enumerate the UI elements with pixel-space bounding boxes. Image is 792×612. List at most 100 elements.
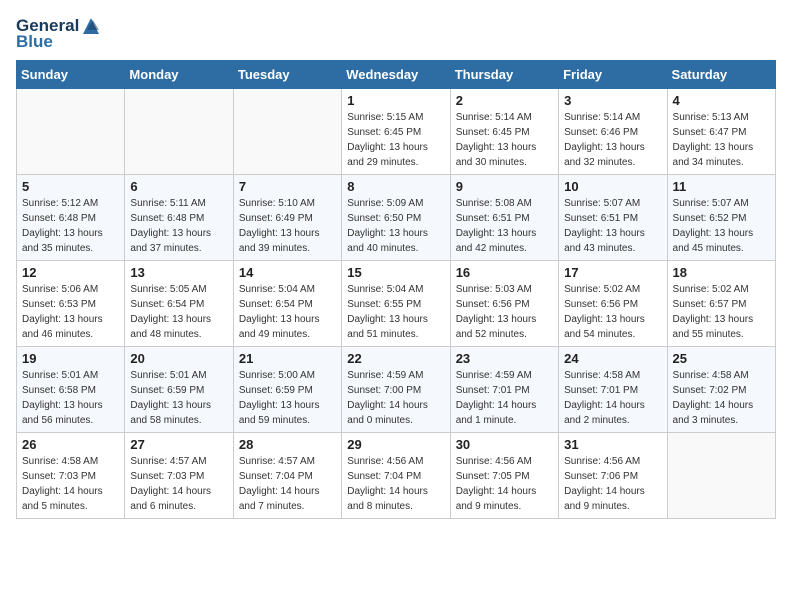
day-number: 7: [239, 179, 336, 194]
weekday-header: Wednesday: [342, 61, 450, 89]
logo: General Blue: [16, 16, 99, 52]
day-info: Sunrise: 4:58 AMSunset: 7:01 PMDaylight:…: [564, 368, 661, 428]
day-number: 16: [456, 265, 553, 280]
day-number: 20: [130, 351, 227, 366]
day-info: Sunrise: 4:59 AMSunset: 7:00 PMDaylight:…: [347, 368, 444, 428]
calendar-cell: 7 Sunrise: 5:10 AMSunset: 6:49 PMDaylight…: [233, 175, 341, 261]
calendar-cell: 9 Sunrise: 5:08 AMSunset: 6:51 PMDaylight…: [450, 175, 558, 261]
day-number: 9: [456, 179, 553, 194]
page-header: General Blue: [16, 16, 776, 52]
day-info: Sunrise: 5:14 AMSunset: 6:46 PMDaylight:…: [564, 110, 661, 170]
calendar-cell: 17 Sunrise: 5:02 AMSunset: 6:56 PMDayligh…: [559, 261, 667, 347]
logo-triangle-icon: [81, 16, 99, 36]
day-number: 8: [347, 179, 444, 194]
calendar-week-row: 5Sunrise: 5:12 AMSunset: 6:48 PMDaylight…: [17, 175, 776, 261]
day-info: Sunrise: 4:56 AMSunset: 7:06 PMDaylight:…: [564, 454, 661, 514]
calendar-cell: 2Sunrise: 5:14 AMSunset: 6:45 PMDaylight…: [450, 89, 558, 175]
calendar-cell: 24 Sunrise: 4:58 AMSunset: 7:01 PMDayligh…: [559, 347, 667, 433]
day-number: 28: [239, 437, 336, 452]
day-number: 4: [673, 93, 770, 108]
calendar-cell: [125, 89, 233, 175]
day-number: 1: [347, 93, 444, 108]
day-info: Sunrise: 5:05 AMSunset: 6:54 PMDaylight:…: [130, 282, 227, 342]
weekday-header: Monday: [125, 61, 233, 89]
day-number: 21: [239, 351, 336, 366]
day-number: 11: [673, 179, 770, 194]
day-number: 25: [673, 351, 770, 366]
calendar-cell: [233, 89, 341, 175]
day-number: 26: [22, 437, 119, 452]
calendar-week-row: 26 Sunrise: 4:58 AMSunset: 7:03 PMDayligh…: [17, 433, 776, 519]
day-number: 19: [22, 351, 119, 366]
calendar-cell: 13 Sunrise: 5:05 AMSunset: 6:54 PMDayligh…: [125, 261, 233, 347]
day-number: 6: [130, 179, 227, 194]
calendar-cell: 3 Sunrise: 5:14 AMSunset: 6:46 PMDaylight…: [559, 89, 667, 175]
day-number: 29: [347, 437, 444, 452]
day-info: Sunrise: 4:58 AMSunset: 7:02 PMDaylight:…: [673, 368, 770, 428]
day-info: Sunrise: 5:00 AMSunset: 6:59 PMDaylight:…: [239, 368, 336, 428]
day-number: 23: [456, 351, 553, 366]
day-info: Sunrise: 5:04 AMSunset: 6:54 PMDaylight:…: [239, 282, 336, 342]
calendar-cell: 18 Sunrise: 5:02 AMSunset: 6:57 PMDayligh…: [667, 261, 775, 347]
day-info: Sunrise: 4:57 AMSunset: 7:04 PMDaylight:…: [239, 454, 336, 514]
day-info: Sunrise: 5:01 AMSunset: 6:58 PMDaylight:…: [22, 368, 119, 428]
day-number: 22: [347, 351, 444, 366]
day-number: 18: [673, 265, 770, 280]
day-info: Sunrise: 5:10 AMSunset: 6:49 PMDaylight:…: [239, 196, 336, 256]
day-info: Sunrise: 5:09 AMSunset: 6:50 PMDaylight:…: [347, 196, 444, 256]
calendar-cell: 4 Sunrise: 5:13 AMSunset: 6:47 PMDaylight…: [667, 89, 775, 175]
calendar-cell: 28 Sunrise: 4:57 AMSunset: 7:04 PMDayligh…: [233, 433, 341, 519]
day-number: 31: [564, 437, 661, 452]
day-number: 2: [456, 93, 553, 108]
calendar-cell: 29 Sunrise: 4:56 AMSunset: 7:04 PMDayligh…: [342, 433, 450, 519]
calendar-header-row: SundayMondayTuesdayWednesdayThursdayFrid…: [17, 61, 776, 89]
day-number: 24: [564, 351, 661, 366]
day-info: Sunrise: 5:15 AMSunset: 6:45 PMDaylight:…: [347, 110, 444, 170]
day-info: Sunrise: 5:13 AMSunset: 6:47 PMDaylight:…: [673, 110, 770, 170]
calendar-cell: 26 Sunrise: 4:58 AMSunset: 7:03 PMDayligh…: [17, 433, 125, 519]
calendar-cell: 12 Sunrise: 5:06 AMSunset: 6:53 PMDayligh…: [17, 261, 125, 347]
calendar-week-row: 1 Sunrise: 5:15 AMSunset: 6:45 PMDaylight…: [17, 89, 776, 175]
day-info: Sunrise: 5:02 AMSunset: 6:56 PMDaylight:…: [564, 282, 661, 342]
day-info: Sunrise: 4:56 AMSunset: 7:04 PMDaylight:…: [347, 454, 444, 514]
day-info: Sunrise: 5:03 AMSunset: 6:56 PMDaylight:…: [456, 282, 553, 342]
calendar-cell: 21 Sunrise: 5:00 AMSunset: 6:59 PMDayligh…: [233, 347, 341, 433]
day-number: 12: [22, 265, 119, 280]
calendar-cell: 5Sunrise: 5:12 AMSunset: 6:48 PMDaylight…: [17, 175, 125, 261]
day-info: Sunrise: 5:06 AMSunset: 6:53 PMDaylight:…: [22, 282, 119, 342]
day-number: 3: [564, 93, 661, 108]
weekday-header: Thursday: [450, 61, 558, 89]
calendar-cell: 25 Sunrise: 4:58 AMSunset: 7:02 PMDayligh…: [667, 347, 775, 433]
day-number: 14: [239, 265, 336, 280]
day-info: Sunrise: 4:57 AMSunset: 7:03 PMDaylight:…: [130, 454, 227, 514]
day-info: Sunrise: 5:08 AMSunset: 6:51 PMDaylight:…: [456, 196, 553, 256]
calendar-cell: 14 Sunrise: 5:04 AMSunset: 6:54 PMDayligh…: [233, 261, 341, 347]
day-info: Sunrise: 4:59 AMSunset: 7:01 PMDaylight:…: [456, 368, 553, 428]
calendar-cell: 11 Sunrise: 5:07 AMSunset: 6:52 PMDayligh…: [667, 175, 775, 261]
day-number: 17: [564, 265, 661, 280]
weekday-header: Sunday: [17, 61, 125, 89]
calendar-cell: 15Sunrise: 5:04 AMSunset: 6:55 PMDayligh…: [342, 261, 450, 347]
day-info: Sunrise: 4:58 AMSunset: 7:03 PMDaylight:…: [22, 454, 119, 514]
weekday-header: Saturday: [667, 61, 775, 89]
day-number: 27: [130, 437, 227, 452]
calendar-cell: [17, 89, 125, 175]
calendar-cell: 1 Sunrise: 5:15 AMSunset: 6:45 PMDaylight…: [342, 89, 450, 175]
calendar-cell: 31 Sunrise: 4:56 AMSunset: 7:06 PMDayligh…: [559, 433, 667, 519]
day-info: Sunrise: 5:07 AMSunset: 6:52 PMDaylight:…: [673, 196, 770, 256]
calendar-cell: 27 Sunrise: 4:57 AMSunset: 7:03 PMDayligh…: [125, 433, 233, 519]
calendar-cell: 30 Sunrise: 4:56 AMSunset: 7:05 PMDayligh…: [450, 433, 558, 519]
day-info: Sunrise: 5:01 AMSunset: 6:59 PMDaylight:…: [130, 368, 227, 428]
day-number: 15: [347, 265, 444, 280]
day-number: 13: [130, 265, 227, 280]
calendar-cell: 20 Sunrise: 5:01 AMSunset: 6:59 PMDayligh…: [125, 347, 233, 433]
day-number: 30: [456, 437, 553, 452]
day-info: Sunrise: 5:02 AMSunset: 6:57 PMDaylight:…: [673, 282, 770, 342]
calendar-cell: 19 Sunrise: 5:01 AMSunset: 6:58 PMDayligh…: [17, 347, 125, 433]
day-info: Sunrise: 5:12 AMSunset: 6:48 PMDaylight:…: [22, 196, 119, 256]
day-info: Sunrise: 4:56 AMSunset: 7:05 PMDaylight:…: [456, 454, 553, 514]
calendar-cell: 10Sunrise: 5:07 AMSunset: 6:51 PMDayligh…: [559, 175, 667, 261]
calendar-cell: 23 Sunrise: 4:59 AMSunset: 7:01 PMDayligh…: [450, 347, 558, 433]
day-number: 10: [564, 179, 661, 194]
calendar-cell: 6Sunrise: 5:11 AMSunset: 6:48 PMDaylight…: [125, 175, 233, 261]
